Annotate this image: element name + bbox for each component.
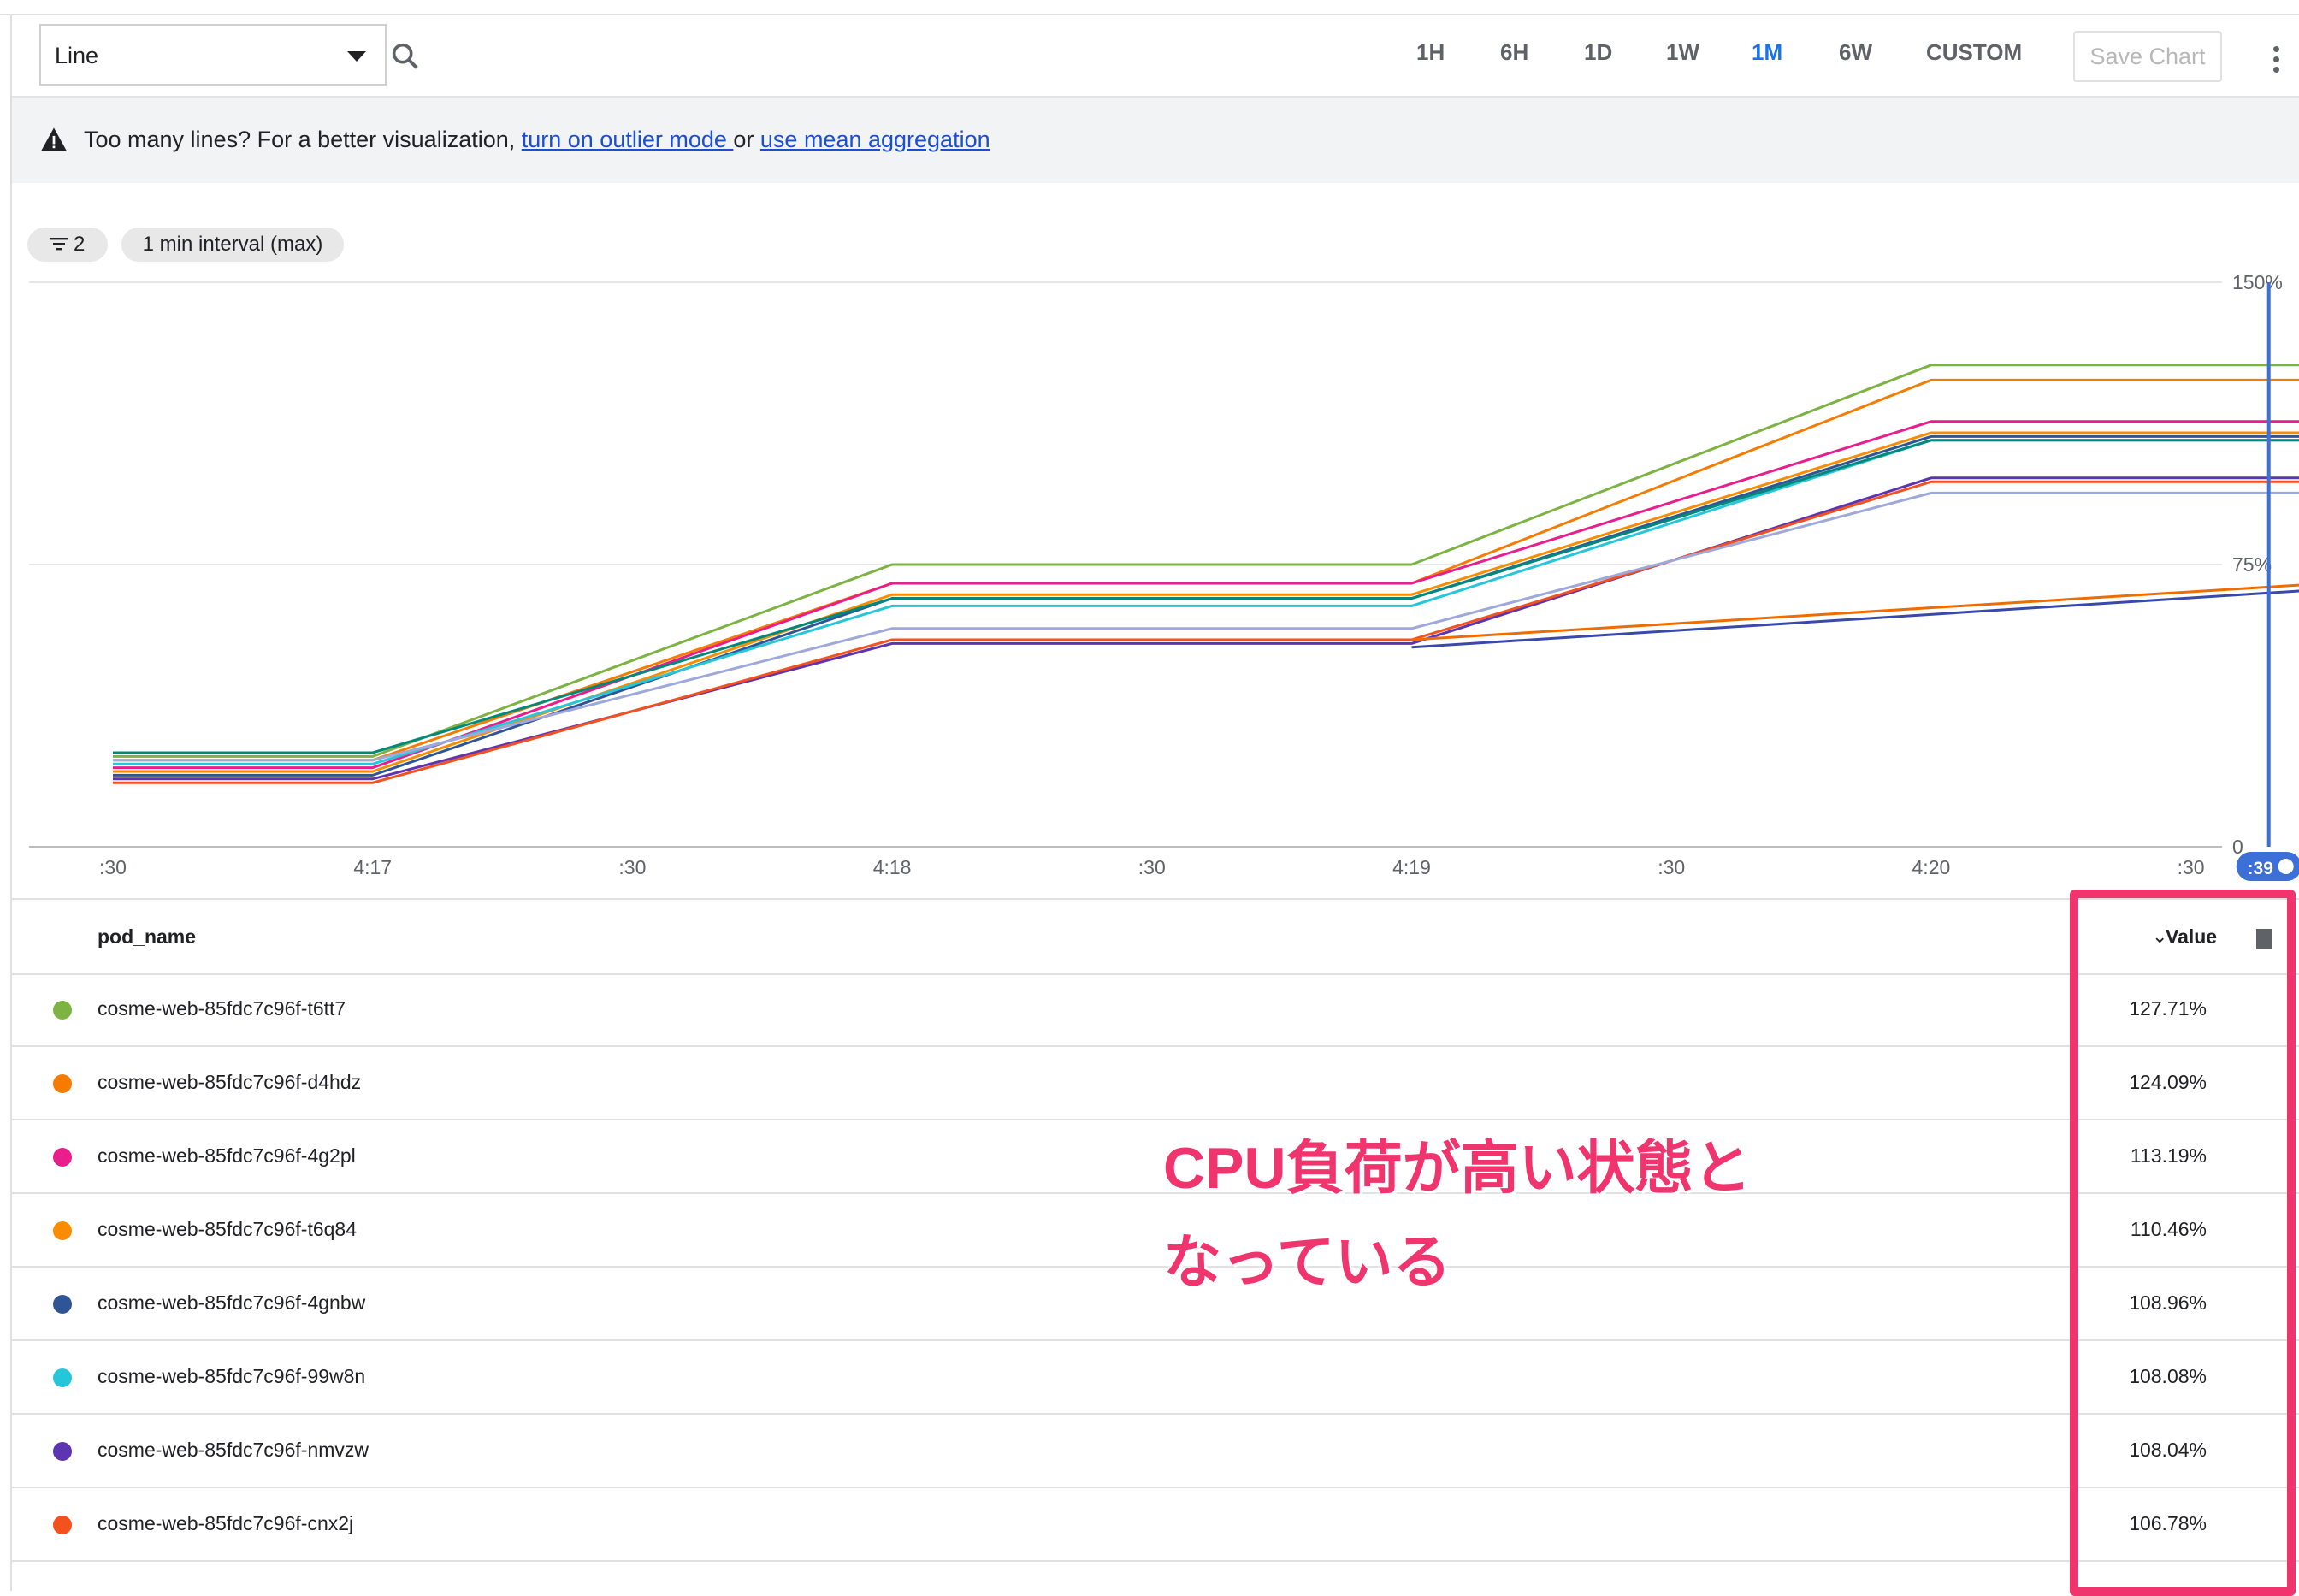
- outlier-banner: Too many lines? For a better visualizati…: [12, 98, 2299, 183]
- range-1h[interactable]: 1H: [1416, 39, 1445, 66]
- filter-icon: [50, 236, 72, 253]
- series-color-dot: [53, 1516, 72, 1534]
- range-custom[interactable]: CUSTOM: [1926, 39, 2022, 66]
- table-row[interactable]: cosme-web-85fdc7c96f-nmvzw108.04%: [12, 1415, 2299, 1488]
- col-pod-name[interactable]: pod_name: [98, 925, 196, 949]
- series-line: [113, 365, 2299, 757]
- series-color-dot: [53, 1074, 72, 1093]
- filter-chip[interactable]: 2: [27, 228, 108, 262]
- series-line: [113, 440, 2299, 753]
- table-row[interactable]: cosme-web-85fdc7c96f-t6q84110.46%: [12, 1194, 2299, 1268]
- more-vert-icon[interactable]: [2273, 46, 2280, 77]
- save-chart-button[interactable]: Save Chart: [2073, 31, 2222, 82]
- series-line: [113, 433, 2299, 771]
- legend-table-header: pod_name ⌄ Value: [12, 898, 2299, 975]
- warning-icon: [39, 127, 68, 152]
- series-line: [1412, 511, 2299, 741]
- annotation-line2: なっている: [1163, 1215, 1451, 1299]
- range-1d[interactable]: 1D: [1584, 39, 1612, 66]
- interval-chip[interactable]: 1 min interval (max): [121, 228, 344, 262]
- range-1m[interactable]: 1M: [1752, 39, 1782, 66]
- x-tick-label: :30: [1138, 856, 1166, 878]
- range-1w[interactable]: 1W: [1666, 39, 1699, 66]
- x-tick-label: :30: [99, 856, 127, 878]
- chart-type-select[interactable]: Line: [39, 24, 387, 86]
- x-tick-label: :30: [1658, 856, 1685, 878]
- range-6w[interactable]: 6W: [1839, 39, 1872, 66]
- line-chart: 150%75%0:304:17:304:18:304:19:304:20:304…: [0, 265, 2299, 898]
- x-tick-label: :30: [2178, 856, 2205, 878]
- banner-text-or: or: [733, 127, 760, 152]
- cursor-close-icon: [2278, 859, 2294, 874]
- y-tick-label: 75%: [2232, 553, 2272, 576]
- pod-name-cell: cosme-web-85fdc7c96f-t6tt7: [98, 997, 346, 1020]
- value-column-highlight: [2070, 890, 2296, 1596]
- x-tick-label: 4:18: [873, 856, 912, 878]
- table-row[interactable]: cosme-web-85fdc7c96f-99w8n108.08%: [12, 1341, 2299, 1415]
- series-color-dot: [53, 1368, 72, 1387]
- pod-name-cell: cosme-web-85fdc7c96f-99w8n: [98, 1365, 365, 1388]
- pod-name-cell: cosme-web-85fdc7c96f-4g2pl: [98, 1144, 356, 1167]
- table-row[interactable]: cosme-web-85fdc7c96f-t6tt7127.71%: [12, 973, 2299, 1047]
- x-tick-label: :30: [618, 856, 646, 878]
- filter-count: 2: [74, 228, 85, 262]
- series-line: [113, 440, 2299, 764]
- series-line: [113, 493, 2299, 760]
- series-color-dot: [53, 1221, 72, 1240]
- top-divider: [0, 0, 2299, 15]
- cursor-label: :39: [2248, 859, 2273, 878]
- series-color-dot: [53, 1442, 72, 1461]
- y-tick-label: 150%: [2232, 271, 2283, 293]
- x-tick-label: 4:20: [1912, 856, 1951, 878]
- annotation-line1: CPU負荷が高い状態と: [1163, 1120, 1752, 1205]
- zoom-icon[interactable]: [388, 39, 423, 74]
- x-tick-label: 4:19: [1392, 856, 1431, 878]
- table-row[interactable]: cosme-web-85fdc7c96f-4g2pl113.19%: [12, 1120, 2299, 1194]
- table-row[interactable]: cosme-web-85fdc7c96f-4gnbw108.96%: [12, 1268, 2299, 1341]
- series-color-dot: [53, 1148, 72, 1167]
- banner-text: Too many lines? For a better visualizati…: [84, 127, 522, 152]
- table-row[interactable]: cosme-web-85fdc7c96f-cnx2j106.78%: [12, 1488, 2299, 1562]
- mean-aggregation-link[interactable]: use mean aggregation: [760, 127, 990, 152]
- table-row[interactable]: cosme-web-85fdc7c96f-d4hdz124.09%: [12, 1047, 2299, 1120]
- pod-name-cell: cosme-web-85fdc7c96f-nmvzw: [98, 1439, 369, 1462]
- chevron-down-icon: [347, 51, 366, 62]
- chart-type-value: Line: [55, 43, 98, 69]
- pod-name-cell: cosme-web-85fdc7c96f-d4hdz: [98, 1071, 361, 1094]
- series-color-dot: [53, 1295, 72, 1314]
- pod-name-cell: cosme-web-85fdc7c96f-t6q84: [98, 1218, 357, 1241]
- banner-message: Too many lines? For a better visualizati…: [84, 127, 990, 153]
- x-tick-label: 4:17: [353, 856, 392, 878]
- pod-name-cell: cosme-web-85fdc7c96f-4gnbw: [98, 1292, 365, 1315]
- outlier-mode-link[interactable]: turn on outlier mode: [522, 127, 734, 152]
- range-6h[interactable]: 6H: [1500, 39, 1528, 66]
- chart-toolbar: Line 1H 6H 1D 1W 1M 6W CUSTOM Save Chart: [12, 15, 2299, 98]
- pod-name-cell: cosme-web-85fdc7c96f-cnx2j: [98, 1512, 353, 1535]
- y-tick-label: 0: [2232, 836, 2243, 858]
- series-color-dot: [53, 1001, 72, 1020]
